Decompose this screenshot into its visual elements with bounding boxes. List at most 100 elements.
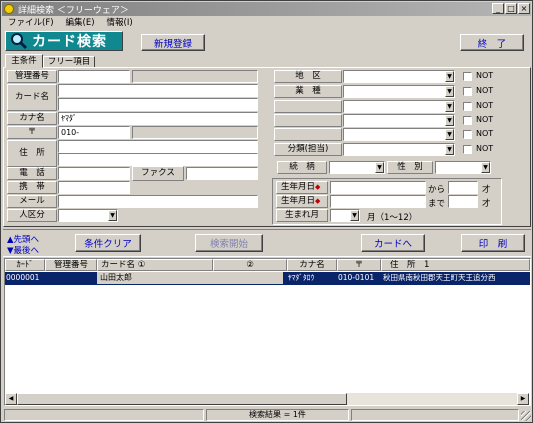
age-unit-1: 才 xyxy=(482,185,491,195)
birth1-input[interactable] xyxy=(330,181,426,194)
industry-not-checkbox[interactable] xyxy=(463,87,472,96)
status-panel-right xyxy=(351,409,519,421)
to-card-button[interactable]: カードへ xyxy=(361,234,425,252)
main-window: 詳細検索 ＜フリーウェア＞ _ □ × ファイル(F) 編集(E) 情報(I) … xyxy=(0,0,533,423)
industry-label: 業 種 xyxy=(274,85,342,98)
industry-select[interactable] xyxy=(343,85,455,98)
postal-input[interactable]: 010- xyxy=(58,126,130,139)
not-label: NOT xyxy=(476,144,494,153)
phone-input[interactable] xyxy=(58,167,130,180)
kana-input[interactable]: ﾔﾏﾀﾞ xyxy=(58,112,258,125)
address-label: 住 所 xyxy=(7,140,57,167)
not-label: NOT xyxy=(476,71,494,80)
until-label: まで xyxy=(428,199,446,209)
age-until-input[interactable] xyxy=(448,195,478,208)
status-panel-left xyxy=(4,409,204,421)
scroll-right-icon[interactable]: ▶ xyxy=(517,393,529,405)
assign-label: 分類(担当) xyxy=(274,143,342,156)
relation-label: 続 柄 xyxy=(277,161,327,174)
row-postal: 010-0101 xyxy=(338,273,375,282)
extra3-not-checkbox[interactable] xyxy=(463,130,472,139)
postal-label: 〒 xyxy=(7,126,57,139)
address-input-2[interactable] xyxy=(58,153,258,166)
chevron-down-icon[interactable]: ▼ xyxy=(445,144,454,155)
blank-label-3 xyxy=(274,128,342,141)
fax-input[interactable] xyxy=(186,167,258,180)
clear-button[interactable]: 条件クリア xyxy=(75,234,141,252)
assign-not-checkbox[interactable] xyxy=(463,145,472,154)
grid-header-kanri[interactable]: 管理番号 xyxy=(45,259,97,271)
row-card: 0000001 xyxy=(6,273,40,282)
mail-label: メール xyxy=(7,195,57,208)
grid-header-kana[interactable]: カナ名 xyxy=(287,259,337,271)
search-button[interactable]: 検索開始 xyxy=(195,234,263,252)
minimize-icon[interactable]: _ xyxy=(492,3,504,14)
fax-label: ファクス xyxy=(132,166,184,181)
month-hint: 月（1〜12） xyxy=(367,213,418,223)
grid-header-postal[interactable]: 〒 xyxy=(337,259,381,271)
chevron-down-icon[interactable]: ▼ xyxy=(445,101,454,112)
extra-select-2[interactable] xyxy=(343,114,455,127)
not-label: NOT xyxy=(476,86,494,95)
extra1-not-checkbox[interactable] xyxy=(463,102,472,111)
card-search-header: カード検索 xyxy=(5,31,123,51)
grid-header-name1[interactable]: カード名 ① xyxy=(97,259,213,271)
grid-header-card[interactable]: ｶｰﾄﾞ xyxy=(5,259,45,271)
grid-header-name2[interactable]: ② xyxy=(213,259,287,271)
district-label: 地 区 xyxy=(274,70,342,83)
assign-select[interactable] xyxy=(343,143,455,156)
extra-select-3[interactable] xyxy=(343,128,455,141)
card-name-input-2[interactable] xyxy=(58,98,258,111)
chevron-down-icon[interactable]: ▼ xyxy=(445,115,454,126)
close-icon[interactable]: × xyxy=(518,3,530,14)
nav-last-button[interactable]: ▼最後へ xyxy=(7,244,39,256)
chevron-down-icon[interactable]: ▼ xyxy=(481,162,490,173)
kanri-input[interactable] xyxy=(58,70,130,83)
print-button[interactable]: 印 刷 xyxy=(461,234,525,252)
scroll-left-icon[interactable]: ◀ xyxy=(5,393,17,405)
age-from-input[interactable] xyxy=(448,181,478,194)
tab-main[interactable]: 主条件 xyxy=(5,54,43,68)
row-kana: ﾔﾏﾀﾞﾀﾛｳ xyxy=(288,273,315,282)
birth2-input[interactable] xyxy=(330,195,426,208)
phone-label: 電 話 xyxy=(7,167,57,180)
resize-grip-icon[interactable] xyxy=(521,411,531,421)
window-title: 詳細検索 ＜フリーウェア＞ xyxy=(18,5,129,16)
extra-select-1[interactable] xyxy=(343,100,455,113)
menu-file[interactable]: ファイル(F) xyxy=(8,16,54,28)
birth-month-label: 生まれ月 xyxy=(276,209,328,222)
mail-input[interactable] xyxy=(58,195,258,208)
extra2-not-checkbox[interactable] xyxy=(463,116,472,125)
district-select[interactable] xyxy=(343,70,455,83)
sex-label: 性 別 xyxy=(387,161,433,174)
kanri-input-2 xyxy=(132,70,258,83)
blank-label-2 xyxy=(274,114,342,127)
menu-bar: ファイル(F) 編集(E) 情報(I) xyxy=(2,16,531,28)
scroll-thumb[interactable] xyxy=(17,393,347,405)
new-register-button[interactable]: 新規登録 xyxy=(141,34,205,51)
card-name-input-1[interactable] xyxy=(58,84,258,97)
chevron-down-icon[interactable]: ▼ xyxy=(108,210,117,221)
menu-info[interactable]: 情報(I) xyxy=(107,16,133,28)
mobile-input[interactable] xyxy=(58,181,130,194)
maximize-icon[interactable]: □ xyxy=(505,3,517,14)
not-label: NOT xyxy=(476,129,494,138)
grid-header-address[interactable]: 住 所 1 xyxy=(381,259,530,271)
blank-label-1 xyxy=(274,100,342,113)
chevron-down-icon[interactable]: ▼ xyxy=(375,162,384,173)
chevron-down-icon[interactable]: ▼ xyxy=(350,210,359,221)
postal-extra xyxy=(132,126,258,139)
magnifier-icon xyxy=(11,33,28,50)
chevron-down-icon[interactable]: ▼ xyxy=(445,129,454,140)
chevron-down-icon[interactable]: ▼ xyxy=(445,71,454,82)
header-label: カード検索 xyxy=(32,34,107,50)
birth1-label: 生年月日◆ xyxy=(276,181,328,194)
kana-label: カナ名 xyxy=(7,112,57,125)
address-input-1[interactable] xyxy=(58,140,258,153)
chevron-down-icon[interactable]: ▼ xyxy=(445,86,454,97)
title-bar[interactable]: 詳細検索 ＜フリーウェア＞ xyxy=(2,2,531,16)
exit-button[interactable]: 終 了 xyxy=(460,34,524,51)
district-not-checkbox[interactable] xyxy=(463,72,472,81)
menu-edit[interactable]: 編集(E) xyxy=(66,16,95,28)
birth2-label: 生年月日◆ xyxy=(276,195,328,208)
